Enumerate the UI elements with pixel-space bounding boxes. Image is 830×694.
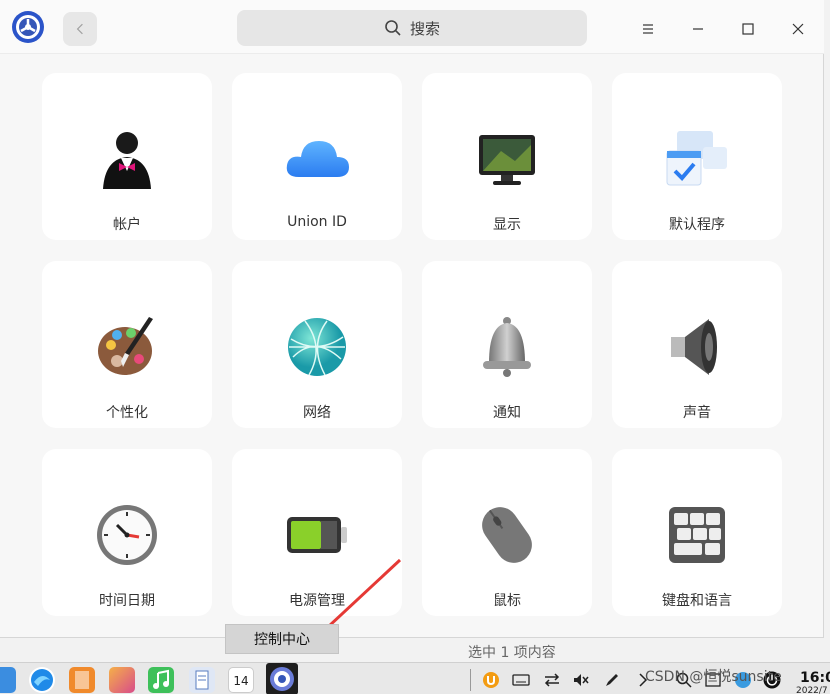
module-label: 键盘和语言 — [662, 593, 732, 609]
clock-icon — [97, 505, 157, 565]
module-card-mouse[interactable]: 鼠标 — [422, 449, 592, 616]
module-label: 时间日期 — [99, 593, 155, 609]
module-label: 鼠标 — [493, 593, 521, 609]
control-center-dock-icon[interactable] — [266, 663, 298, 694]
menu-button[interactable] — [631, 12, 665, 46]
speaker-icon — [671, 319, 717, 375]
search-icon — [385, 20, 401, 36]
control-center-window: 搜索 帐户 Union ID 显示 默认程序 个性化 网络 通知 声音 时间日期… — [0, 0, 824, 661]
module-label: 默认程序 — [669, 217, 725, 233]
module-card-union-id[interactable]: Union ID — [232, 73, 402, 240]
module-card-notification[interactable]: 通知 — [422, 261, 592, 428]
module-card-default-apps[interactable]: 默认程序 — [612, 73, 782, 240]
titlebar: 搜索 — [0, 0, 824, 54]
minimize-icon — [693, 28, 703, 30]
keyboard-tray-icon[interactable] — [512, 671, 530, 689]
module-label: 帐户 — [113, 217, 141, 233]
calendar-icon[interactable]: 14 — [228, 667, 254, 693]
module-card-keyboard-language[interactable]: 键盘和语言 — [612, 449, 782, 616]
module-card-network[interactable]: 网络 — [232, 261, 402, 428]
menu-icon — [643, 24, 653, 34]
volume-muted-icon[interactable] — [572, 671, 590, 689]
minimize-button[interactable] — [681, 12, 715, 46]
selection-status: 选中 1 项内容 — [468, 645, 556, 661]
search-placeholder: 搜索 — [409, 19, 440, 38]
pen-icon[interactable] — [603, 671, 621, 689]
app-store-icon[interactable] — [69, 667, 95, 693]
display-icon — [479, 135, 535, 185]
clock-time[interactable]: 16:0 — [800, 670, 830, 686]
module-card-account[interactable]: 帐户 — [42, 73, 212, 240]
maximize-button[interactable] — [731, 12, 765, 46]
palette-icon — [98, 317, 153, 375]
keyboard-icon — [669, 507, 725, 563]
csdn-watermark: CSDN @恒悦sunsite — [645, 669, 782, 685]
module-label: 网络 — [303, 405, 331, 421]
cloud-icon — [286, 141, 349, 177]
input-method-icon[interactable] — [482, 671, 500, 689]
network-transfer-icon[interactable] — [543, 671, 561, 689]
control-center-logo-icon — [11, 10, 45, 44]
dock-tooltip: 控制中心 — [225, 624, 339, 654]
module-label: Union ID — [287, 214, 347, 230]
module-label: 个性化 — [106, 405, 148, 421]
close-button[interactable] — [781, 12, 815, 46]
browser-icon[interactable] — [29, 667, 55, 693]
module-card-sound[interactable]: 声音 — [612, 261, 782, 428]
module-grid: 帐户 Union ID 显示 默认程序 个性化 网络 通知 声音 时间日期 电源… — [42, 73, 783, 616]
image-viewer-icon[interactable] — [109, 667, 135, 693]
network-globe-icon — [288, 318, 346, 376]
music-icon[interactable] — [148, 667, 174, 693]
module-card-personalization[interactable]: 个性化 — [42, 261, 212, 428]
mouse-icon — [482, 507, 532, 563]
search-input[interactable]: 搜索 — [237, 10, 587, 46]
default-apps-icon — [666, 131, 727, 186]
close-icon — [792, 23, 804, 35]
module-label: 显示 — [493, 217, 521, 233]
module-label: 声音 — [683, 405, 711, 421]
back-button[interactable] — [63, 12, 97, 46]
module-label: 通知 — [493, 405, 521, 421]
bell-icon — [483, 317, 531, 377]
maximize-icon — [742, 23, 754, 35]
launcher-icon[interactable] — [0, 667, 16, 693]
dock-separator — [470, 669, 471, 691]
module-card-display[interactable]: 显示 — [422, 73, 592, 240]
document-viewer-icon[interactable] — [189, 667, 215, 693]
account-icon — [103, 132, 151, 189]
clock-date: 2022/7 — [796, 686, 828, 694]
module-card-datetime[interactable]: 时间日期 — [42, 449, 212, 616]
